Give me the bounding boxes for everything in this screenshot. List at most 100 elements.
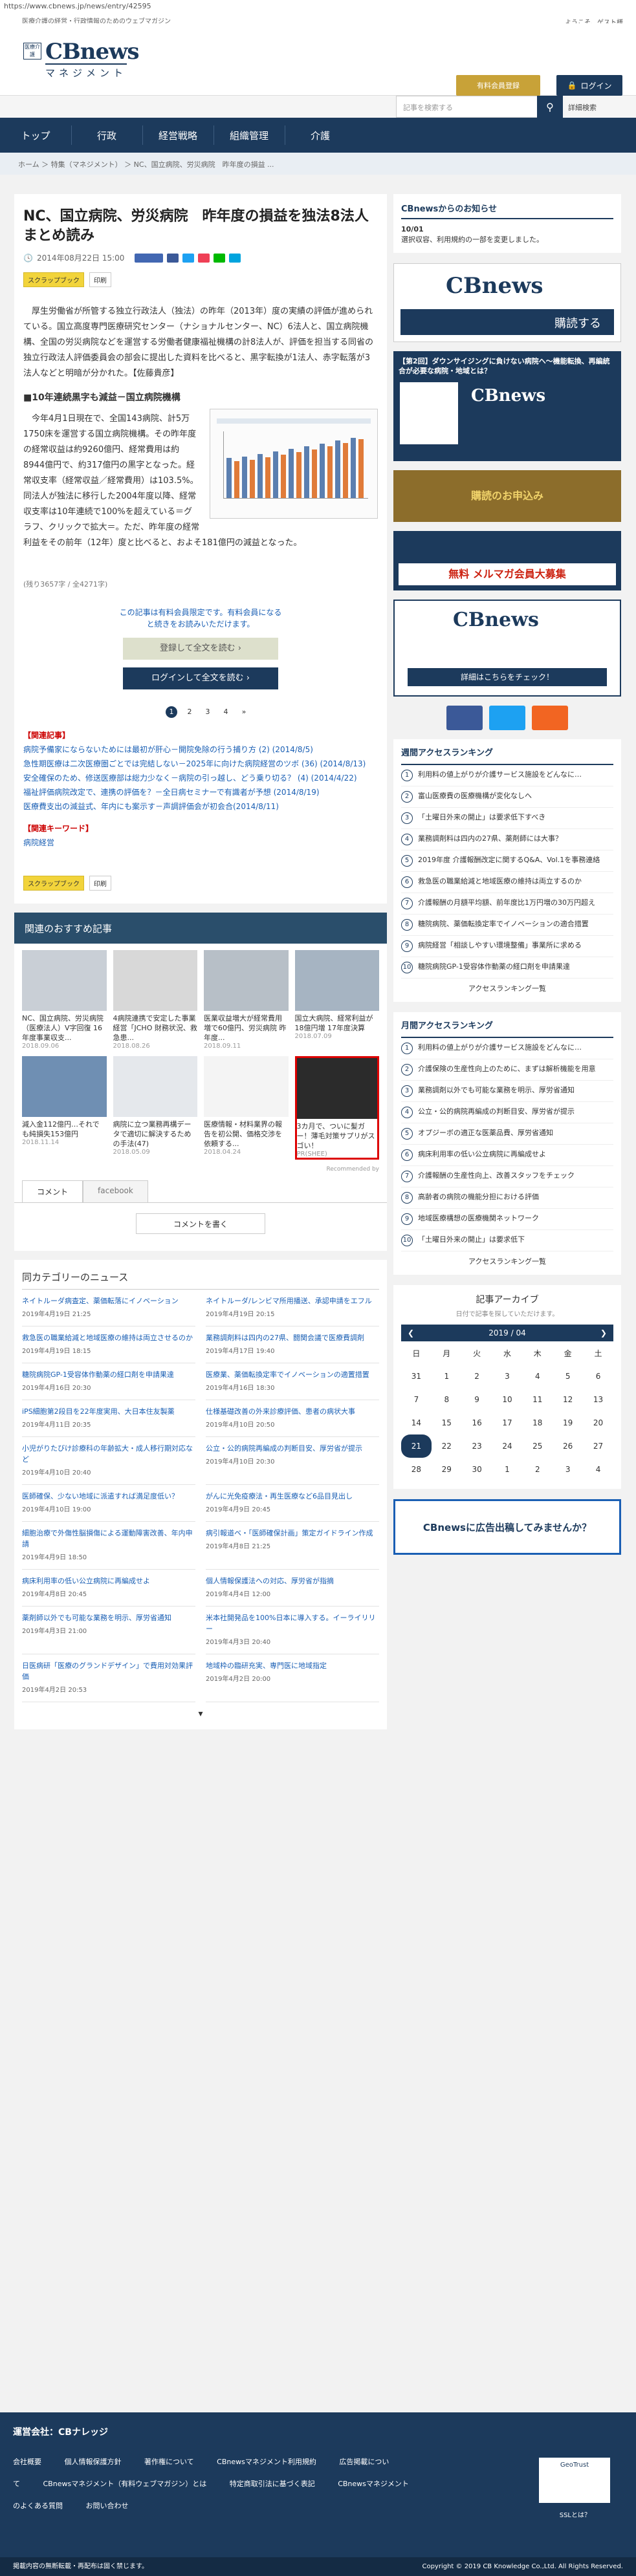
ranking-item[interactable]: 1 利用料の値上がりが介護サービス施設をどんなに…	[401, 1038, 613, 1059]
calendar-day[interactable]: 22	[432, 1434, 462, 1458]
ranking-item[interactable]: 2 富山医療費の医療機構が変化なしへ	[401, 786, 613, 808]
line-icon[interactable]	[214, 253, 226, 263]
calendar-day[interactable]: 30	[462, 1458, 492, 1481]
calendar-day[interactable]: 12	[553, 1388, 583, 1411]
calendar-day[interactable]: 8	[432, 1388, 462, 1411]
calendar-day[interactable]: 15	[432, 1411, 462, 1434]
ranking-item[interactable]: 5 オプジーボの適正な医薬品費、厚労省通知	[401, 1123, 613, 1145]
ranking-item[interactable]: 9 地域医療構想の医療機関ネットワーク	[401, 1209, 613, 1230]
related-link[interactable]: 安全確保のため、修送医療部は総力少なく－病院の引っ越し、どう乗り切る？ (4) …	[23, 771, 378, 785]
ranking-item[interactable]: 8 糖院病院、薬価転換定率でイノベーションの適合措置	[401, 915, 613, 936]
footer-link[interactable]: 著作権について	[144, 2458, 194, 2466]
calendar-day[interactable]: 18	[522, 1411, 553, 1434]
calendar-day[interactable]: 17	[492, 1411, 523, 1434]
rss-icon[interactable]	[532, 706, 568, 730]
news-item[interactable]: 病引報道ベ・「医師確保計画」策定ガイドライン作成 2019年4月8日 21:25	[206, 1522, 379, 1570]
ranking-item[interactable]: 8 高齢者の病院の機能分担における評価	[401, 1187, 613, 1209]
calendar-day[interactable]: 24	[492, 1434, 523, 1458]
facebook-icon[interactable]	[167, 253, 179, 263]
related-link[interactable]: 急性期医療は二次医療圏ごとでは完結しない－2025年に向けた病院経営のツボ (3…	[23, 757, 378, 771]
nav-item-organization[interactable]: 組織管理	[214, 118, 285, 153]
recommend-card[interactable]: 国立大病院、経常利益が18億円増 17年度決算 2018.07.09	[294, 950, 379, 1050]
footer-link[interactable]: 特定商取引法に基づく表記	[230, 2480, 315, 2488]
calendar-day[interactable]: 27	[583, 1434, 613, 1458]
ssl-link[interactable]: SSLとは？	[560, 2509, 591, 2519]
ranking-item[interactable]: 1 利用料の値上がりが介護サービス施設をどんなに…	[401, 765, 613, 786]
news-item[interactable]: 医師確保、少ない地域に派遣すれば満足度低い？ 2019年4月10日 19:00	[22, 1485, 195, 1522]
hatena-icon[interactable]	[229, 253, 241, 263]
nav-item-policy[interactable]: 行政	[71, 118, 142, 153]
ssl-badge[interactable]: GeoTrust	[539, 2458, 610, 2503]
promo-banner[interactable]: 購読のお申込み	[393, 470, 621, 522]
footer-link[interactable]: お問い合わせ	[86, 2502, 129, 2510]
recommend-card[interactable]: 医業収益増大が経常費用増で60億円、労災病院 昨年度... 2018.09.11	[204, 950, 289, 1050]
calendar-day[interactable]: 3	[492, 1365, 523, 1388]
news-item[interactable]: 糖院病院GP-1受容体作動薬の経口剤を申請果達 2019年4月16日 20:30	[22, 1363, 195, 1400]
calendar-day[interactable]: 25	[522, 1434, 553, 1458]
notice-item[interactable]: 10/01 選択収容、利用規約の一部を変更しました。	[401, 224, 613, 245]
login-button[interactable]: 🔒 ログイン	[556, 75, 622, 96]
calendar-day[interactable]: 13	[583, 1388, 613, 1411]
calendar-day[interactable]: 11	[522, 1388, 553, 1411]
nav-item-strategy[interactable]: 経営戦略	[142, 118, 214, 153]
news-item[interactable]: 公立・公的病院再編成の判断目安、厚労省が提示 2019年4月10日 20:30	[206, 1437, 379, 1485]
ranking-more-link[interactable]: アクセスランキング一覧	[401, 1257, 613, 1267]
nav-item-top[interactable]: トップ	[0, 118, 71, 153]
tab-comment[interactable]: コメント	[22, 1180, 83, 1202]
ranking-item[interactable]: 4 業務調剤料は四内の27県、薬剤師には大事？	[401, 829, 613, 850]
recommend-card[interactable]: 4病院連携で安定した事業経営「JCHO 財務状況、救急患... 2018.08.2…	[113, 950, 197, 1050]
calendar-day[interactable]: 26	[553, 1434, 583, 1458]
related-link[interactable]: 病院予備家にならないためには最初が肝心－開院免除の行う捕り方 (2) (2014…	[23, 742, 378, 757]
ranking-item[interactable]: 10 糖院病院GP-1受容体作動薬の経口剤を申請果達	[401, 957, 613, 979]
calendar-day[interactable]: 5	[553, 1365, 583, 1388]
calendar-day[interactable]: 19	[553, 1411, 583, 1434]
footer-link[interactable]: CBnewsマネジメント（有料ウェブマガジン）とは	[43, 2480, 207, 2488]
ranking-item[interactable]: 5 2019年度 介護報酬改定に関するQ&A、Vol.1を事務連絡	[401, 850, 613, 872]
page-1[interactable]: 1	[166, 706, 177, 718]
prev-month-icon[interactable]: ❮	[408, 1328, 414, 1337]
calendar-day[interactable]: 4	[522, 1365, 553, 1388]
print-button[interactable]: 印刷	[89, 272, 111, 287]
news-item[interactable]: 薬剤師以外でも可能な業務を明示、厚労省通知 2019年4月3日 21:00	[22, 1607, 195, 1654]
page-3[interactable]: 3	[202, 706, 214, 718]
calendar-day[interactable]: 29	[432, 1458, 462, 1481]
calendar-day[interactable]: 2	[522, 1458, 553, 1481]
tab-facebook[interactable]: facebook	[83, 1180, 148, 1202]
news-item[interactable]: 地域枠の臨研充実、専門医に地域指定 2019年4月2日 20:00	[206, 1654, 379, 1702]
recommend-card[interactable]: 医療情報・材料業界の報告を初公開、価格交渉を依頼する... 2018.04.24	[204, 1056, 289, 1160]
footer-link[interactable]: CBnewsマネジメント利用規約	[217, 2458, 316, 2466]
news-item[interactable]: 小児がりたびけ診療科の年齢拡大・成人移行期対応など 2019年4月10日 20:4…	[22, 1437, 195, 1485]
ad-banner[interactable]: CBnewsに広告出稿してみませんか？	[393, 1499, 621, 1555]
recommend-card[interactable]: NC、国立病院、労災病院（医療法人）V字回復 16年度事業収支... 2018.0…	[22, 950, 107, 1050]
ranking-item[interactable]: 9 病院経営「相談しやすい環境整備」事業所に求める	[401, 936, 613, 957]
login-read-button[interactable]: ログインして全文を読む ›	[123, 667, 278, 689]
calendar-day[interactable]: 20	[583, 1411, 613, 1434]
calendar-day[interactable]: 6	[583, 1365, 613, 1388]
print-button[interactable]: 印刷	[89, 876, 111, 891]
calendar-day[interactable]: 3	[553, 1458, 583, 1481]
news-item[interactable]: 仕様基礎改善の外来診療評価、患者の病状大事 2019年4月10日 20:50	[206, 1400, 379, 1437]
ranking-item[interactable]: 3 「土曜日外来の開止」は要求低下すべき	[401, 808, 613, 829]
pocket-icon[interactable]	[198, 253, 210, 263]
next-month-icon[interactable]: ❯	[600, 1328, 607, 1337]
page-next[interactable]: »	[238, 706, 250, 718]
recommend-card-ad[interactable]: 3カ月で、ついに髪ガー！薄毛対策サプリがスゴい！ PR(SHEE)	[294, 1056, 379, 1160]
page-4[interactable]: 4	[220, 706, 232, 718]
news-item[interactable]: 救急医の職業給減と地域医療の維持は両立させるのか 2019年4月19日 18:15	[22, 1326, 195, 1363]
footer-link[interactable]: 会社概要	[13, 2458, 41, 2466]
recommend-card[interactable]: 病院に立つ業務再構データで適切に解決するための手法(47) 2018.05.09	[113, 1056, 197, 1160]
related-link[interactable]: 福祉評価病院改定で、連携の評価を？－全日病セミナーで有識者が予想 (2014/8…	[23, 785, 378, 799]
seminar-banner[interactable]: 【第2回】ダウンサイジングに負けない病院へ～機能転換、再編統合が必要な病院・地域…	[393, 351, 621, 461]
calendar-day[interactable]: 10	[492, 1388, 523, 1411]
ranking-item[interactable]: 10 「土曜日外来の開止」は要求低下	[401, 1230, 613, 1251]
info-banner[interactable]: CBnews 詳細はこちらをチェック！	[393, 600, 621, 697]
news-item[interactable]: ネイトルーダ/レンビマ所用播送、承認申請をエフル 2019年4月19日 20:15	[206, 1290, 379, 1326]
facebook-icon[interactable]	[446, 706, 483, 730]
article-graph[interactable]	[210, 409, 378, 519]
calendar-day[interactable]: 14	[401, 1411, 432, 1434]
ranking-item[interactable]: 4 公立・公的病院再編成の判断目安、厚労省が提示	[401, 1102, 613, 1123]
recommend-card[interactable]: 減入金112億円…それでも純損失153億円 2018.11.14	[22, 1056, 107, 1160]
mailmag-banner[interactable]: 無料 メルマガ会員大募集	[393, 531, 621, 590]
news-item[interactable]: ネイトルーダ病査定、薬価転落にイノベーション 2019年4月19日 21:25	[22, 1290, 195, 1326]
news-item[interactable]: 医療業、薬価転換定率でイノベーションの適置措置 2019年4月16日 18:30	[206, 1363, 379, 1400]
